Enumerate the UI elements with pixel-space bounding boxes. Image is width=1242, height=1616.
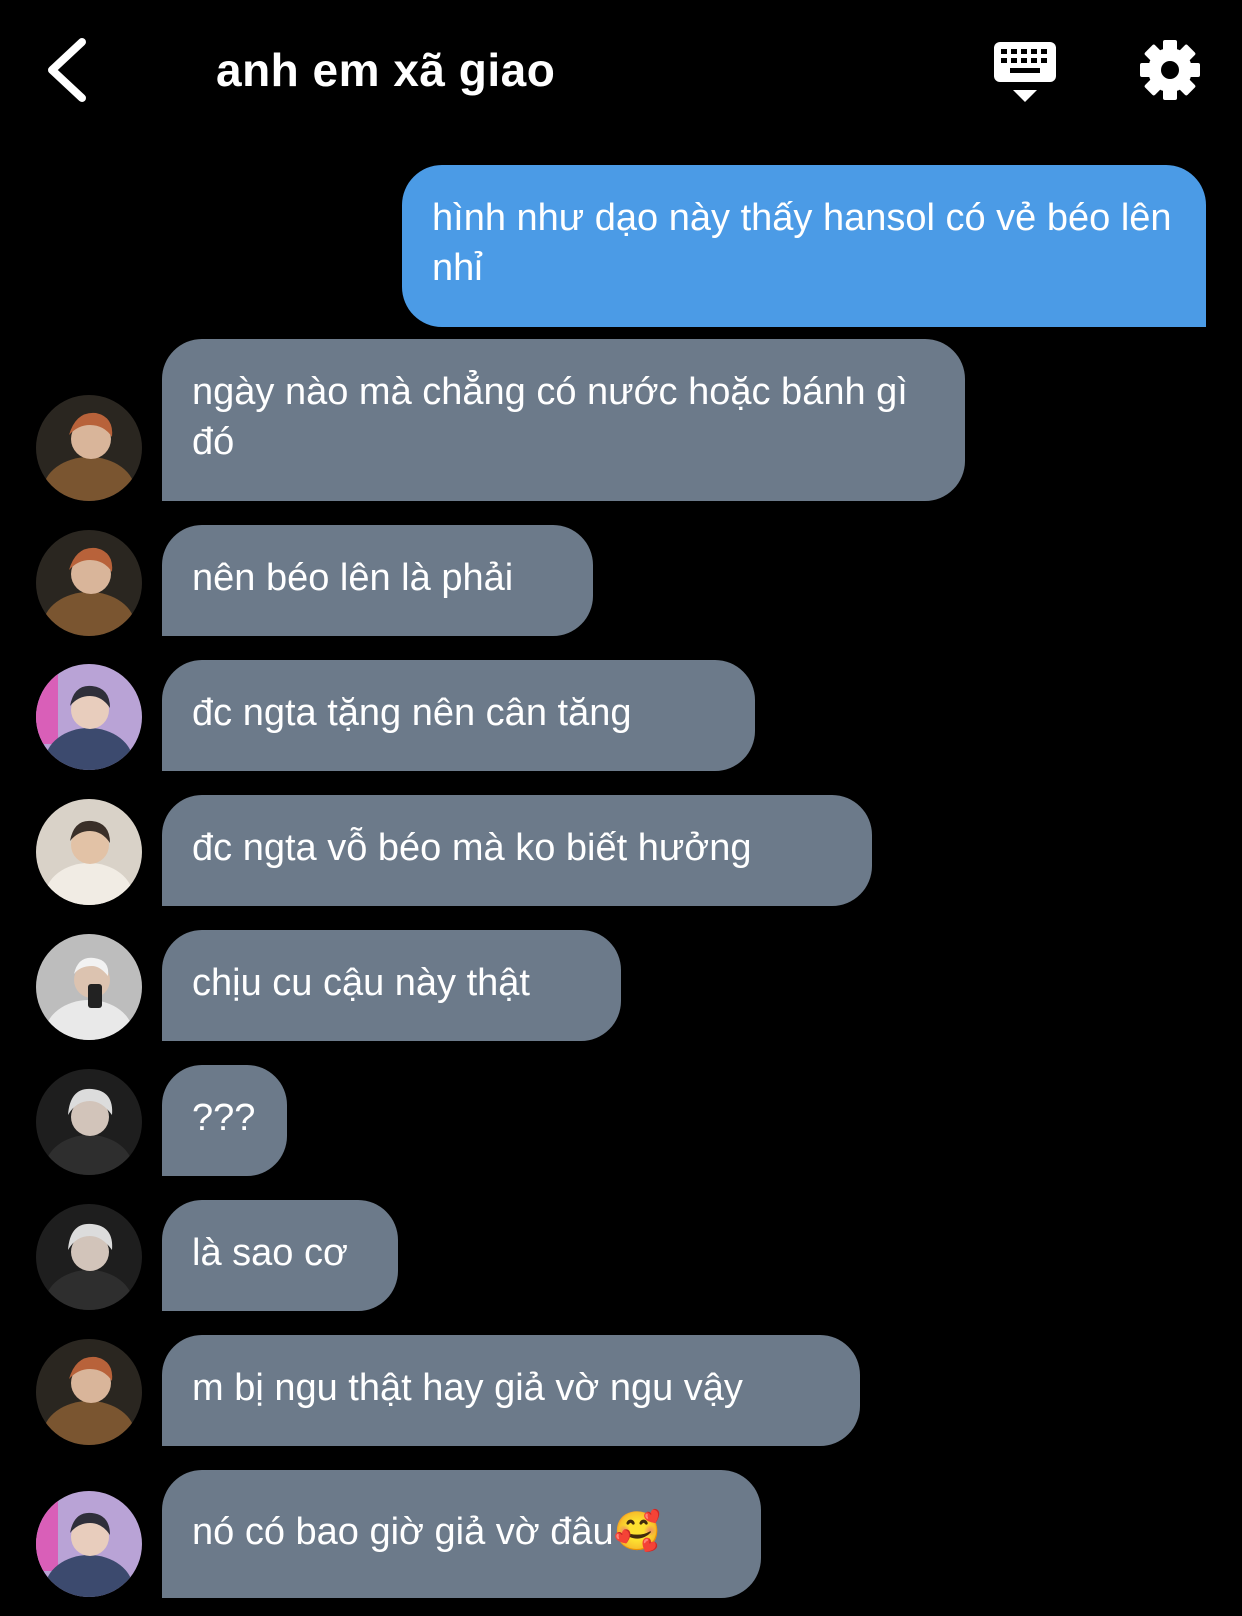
message-text: hình như dạo này thấy hansol có vẻ béo l… [432, 197, 1172, 289]
avatar-neon-hoodie[interactable] [36, 664, 142, 770]
message-bubble-incoming[interactable]: ??? [162, 1065, 287, 1176]
message-text: chịu cu cậu này thật [192, 962, 530, 1004]
avatar-brown-jacket[interactable] [36, 530, 142, 636]
message-bubble-incoming[interactable]: chịu cu cậu này thật [162, 930, 621, 1041]
avatar-silver-hair[interactable] [36, 1204, 142, 1310]
message-list: hình như dạo này thấy hansol có vẻ béo l… [0, 0, 1242, 1616]
message-text: là sao cơ [192, 1232, 348, 1274]
avatar-neon-hoodie[interactable] [36, 1491, 142, 1597]
message-text: đc ngta vỗ béo mà ko biết hưởng [192, 827, 752, 869]
message-bubble-incoming[interactable]: đc ngta vỗ béo mà ko biết hưởng [162, 795, 872, 906]
message-text: ngày nào mà chẳng có nước hoặc bánh gì đ… [192, 371, 908, 463]
avatar-silver-hair[interactable] [36, 1069, 142, 1175]
message-text: ??? [192, 1097, 256, 1139]
avatar-white-tee[interactable] [36, 799, 142, 905]
message-bubble-incoming[interactable]: ngày nào mà chẳng có nước hoặc bánh gì đ… [162, 339, 965, 501]
message-bubble-incoming[interactable]: đc ngta tặng nên cân tăng [162, 660, 755, 771]
message-bubble-incoming[interactable]: nó có bao giờ giả vờ đâu🥰 [162, 1470, 761, 1598]
smiling-face-with-hearts-emoji: 🥰 [613, 1509, 662, 1553]
message-bubble-outgoing[interactable]: hình như dạo này thấy hansol có vẻ béo l… [402, 165, 1206, 327]
message-bubble-incoming[interactable]: m bị ngu thật hay giả vờ ngu vậy [162, 1335, 860, 1446]
message-text: đc ngta tặng nên cân tăng [192, 692, 632, 734]
message-bubble-incoming[interactable]: nên béo lên là phải [162, 525, 593, 636]
message-text: m bị ngu thật hay giả vờ ngu vậy [192, 1367, 743, 1409]
avatar-brown-jacket[interactable] [36, 1339, 142, 1445]
message-bubble-incoming[interactable]: là sao cơ [162, 1200, 398, 1311]
message-text: nó có bao giờ giả vờ đâu [192, 1511, 614, 1553]
message-text: nên béo lên là phải [192, 557, 514, 599]
avatar-brown-jacket[interactable] [36, 395, 142, 501]
avatar-mirror-selfie[interactable] [36, 934, 142, 1040]
